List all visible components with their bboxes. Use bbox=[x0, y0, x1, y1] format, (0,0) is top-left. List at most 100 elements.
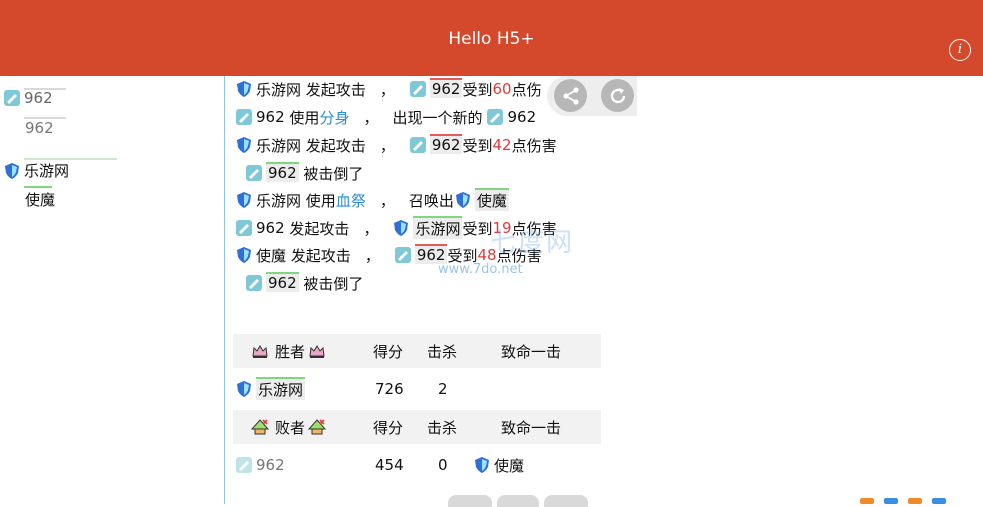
log-recv: 受到 bbox=[462, 219, 493, 238]
log-dmg-suffix: 点伤 bbox=[511, 80, 542, 99]
loser-kills: 0 bbox=[438, 456, 448, 474]
log-target: 使魔 bbox=[474, 187, 509, 211]
app-header: Hello H5+ i bbox=[0, 0, 983, 76]
sidebar: 962 962 乐游网 使魔 bbox=[0, 76, 222, 504]
pencil-icon bbox=[235, 456, 253, 474]
log-sep: ， bbox=[379, 191, 395, 210]
log-text: 出现一个新的 bbox=[392, 108, 483, 127]
log-skill: 血祭 bbox=[335, 191, 366, 210]
log-line: 乐游网 发起攻击 ， 962 受到 60 点伤 bbox=[235, 77, 542, 101]
corner-badge bbox=[932, 498, 946, 504]
log-damage: 60 bbox=[492, 80, 512, 98]
log-target: 962 bbox=[429, 134, 463, 154]
share-icon bbox=[562, 86, 579, 105]
refresh-button[interactable] bbox=[601, 79, 634, 112]
log-skill: 分身 bbox=[319, 108, 350, 127]
winner-label-cell: 胜者 bbox=[251, 334, 329, 368]
log-recv: 受到 bbox=[462, 80, 493, 99]
shield-icon bbox=[392, 219, 410, 237]
share-button[interactable] bbox=[554, 79, 587, 112]
log-dmg-suffix: 点伤害 bbox=[511, 136, 557, 155]
pencil-icon bbox=[245, 164, 263, 182]
table-row: 962 454 0 使魔 bbox=[233, 448, 601, 482]
pencil-icon bbox=[409, 80, 427, 98]
corner-badge bbox=[860, 498, 874, 504]
log-damage: 42 bbox=[492, 136, 512, 154]
loser-label-cell: 败者 bbox=[251, 410, 329, 444]
tent-icon bbox=[308, 418, 327, 436]
shield-icon bbox=[454, 191, 472, 209]
log-verb: 发起攻击 bbox=[305, 136, 366, 155]
crown-icon bbox=[308, 342, 326, 360]
shield-icon bbox=[235, 380, 253, 398]
log-sep: ， bbox=[363, 108, 379, 127]
log-verb: 发起攻击 bbox=[290, 246, 351, 265]
floating-toolbar bbox=[547, 76, 637, 116]
loser-name: 962 bbox=[256, 456, 285, 474]
info-icon[interactable]: i bbox=[949, 39, 971, 61]
bottom-button[interactable] bbox=[448, 495, 492, 507]
log-verb: 使用 bbox=[289, 108, 320, 127]
log-sep: ， bbox=[379, 80, 395, 99]
refresh-icon bbox=[610, 87, 625, 103]
log-actor: 使魔 bbox=[256, 246, 287, 265]
corner-badge bbox=[908, 498, 922, 504]
log-target: 962 bbox=[507, 108, 537, 126]
loser-label: 败者 bbox=[275, 418, 306, 437]
log-target: 乐游网 bbox=[413, 215, 463, 239]
pencil-icon bbox=[235, 108, 253, 126]
winner-header-row: 胜者 得分 击杀 致命一击 bbox=[233, 334, 601, 368]
log-actor: 962 bbox=[256, 219, 285, 237]
shield-icon bbox=[235, 136, 253, 154]
loser-name-cell: 962 bbox=[235, 448, 285, 482]
log-line: 乐游网 使用 血祭 ， 召唤出 使魔 bbox=[235, 187, 509, 212]
winner-kills: 2 bbox=[438, 380, 448, 398]
pencil-icon bbox=[486, 108, 504, 126]
loser-score: 454 bbox=[375, 456, 404, 474]
sidebar-item-team1[interactable]: 962 bbox=[3, 89, 53, 107]
log-actor: 962 bbox=[266, 162, 299, 182]
log-line: 乐游网 发起攻击 ， 962 受到 42 点伤害 bbox=[235, 133, 557, 157]
sidebar-item-team2[interactable]: 乐游网 bbox=[3, 160, 69, 181]
log-verb: 发起攻击 bbox=[289, 219, 350, 238]
shield-icon bbox=[235, 246, 253, 264]
watermark-url: www.7do.net bbox=[438, 262, 523, 277]
pencil-icon bbox=[394, 246, 412, 264]
col-score: 得分 bbox=[373, 418, 404, 437]
tent-icon bbox=[251, 418, 269, 436]
bottom-button[interactable] bbox=[544, 495, 588, 507]
log-line: 962 被击倒了 bbox=[245, 161, 363, 185]
log-actor: 乐游网 bbox=[256, 191, 302, 210]
log-recv: 受到 bbox=[462, 136, 493, 155]
team2-name: 乐游网 bbox=[24, 162, 70, 180]
pencil-icon bbox=[235, 219, 253, 237]
col-kills: 击杀 bbox=[427, 342, 458, 361]
winner-name-cell: 乐游网 bbox=[235, 372, 306, 406]
loser-final-cell: 使魔 bbox=[473, 448, 524, 482]
watermark-text: 七度网 bbox=[490, 228, 575, 258]
table-row: 乐游网 726 2 bbox=[233, 372, 601, 406]
shield-icon bbox=[3, 162, 21, 180]
corner-badge bbox=[884, 498, 898, 504]
page-title: Hello H5+ bbox=[448, 29, 535, 49]
winner-label: 胜者 bbox=[275, 342, 306, 361]
col-kills: 击杀 bbox=[427, 418, 458, 437]
col-score: 得分 bbox=[373, 342, 404, 361]
log-text: 召唤出 bbox=[408, 191, 454, 210]
pencil-icon bbox=[409, 136, 427, 154]
bottom-button[interactable] bbox=[497, 495, 539, 507]
log-actor: 962 bbox=[256, 108, 285, 126]
shield-icon bbox=[235, 80, 253, 98]
shield-icon bbox=[473, 456, 491, 474]
log-line: 962 被击倒了 bbox=[245, 271, 363, 295]
loser-header-row: 败者 得分 击杀 致命一击 bbox=[233, 410, 601, 444]
log-actor: 乐游网 bbox=[256, 80, 302, 99]
winner-name: 乐游网 bbox=[256, 376, 306, 400]
log-verb: 使用 bbox=[305, 191, 336, 210]
team1-sub: 962 bbox=[25, 119, 54, 137]
pencil-icon bbox=[245, 274, 263, 292]
crown-icon bbox=[251, 342, 269, 360]
log-line: 962 使用 分身 ， 出现一个新的 962 bbox=[235, 105, 536, 129]
log-actor: 962 bbox=[266, 272, 299, 292]
hp-bar bbox=[24, 186, 52, 188]
